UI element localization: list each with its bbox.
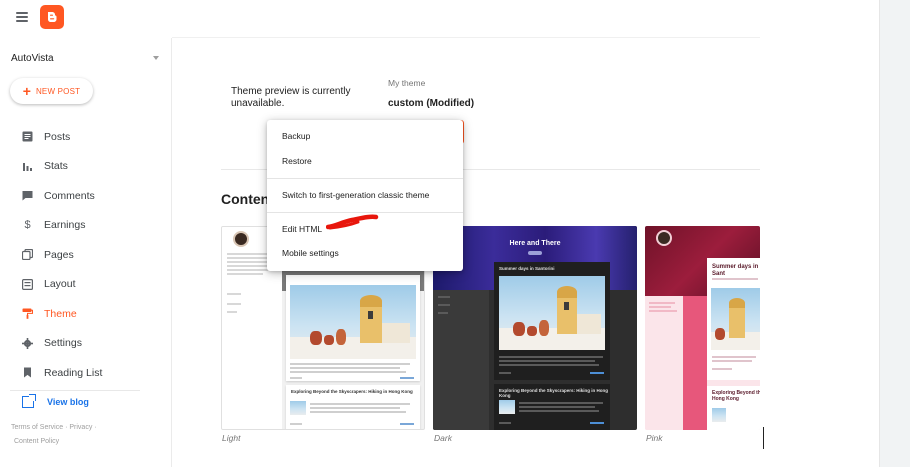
open-external-icon [22, 394, 36, 408]
sidebar-item-pages[interactable]: Pages [0, 240, 172, 270]
content-policy-link[interactable]: Content Policy [14, 438, 59, 445]
theme-thumb-title: Here and There [509, 240, 561, 247]
sidebar-divider [10, 390, 140, 391]
privacy-link[interactable]: Privacy [69, 424, 92, 431]
gear-icon [22, 337, 33, 349]
theme-card-pink[interactable]: Summer days in Sant Exploring Beyond the… [645, 226, 760, 430]
post-heading: Summer days in Sant [712, 264, 759, 277]
pages-icon [22, 249, 33, 261]
post-heading: Summer days in Santorini [499, 266, 555, 271]
post-title: Exploring Beyond the Skyscrapers: Hiking… [499, 388, 609, 398]
blogger-logo-icon[interactable] [40, 5, 64, 29]
terms-link[interactable]: Terms of Service [11, 424, 63, 431]
theme-card-dark[interactable]: Here and There Summer days in Santorini [433, 226, 637, 430]
sidebar-item-label: Comments [44, 189, 95, 202]
bookmark-icon [22, 367, 33, 378]
section-title: Content [221, 191, 274, 207]
post-title: Exploring Beyond the Skyscrapers: Hiking… [291, 389, 413, 394]
layout-icon [22, 278, 33, 290]
my-theme-label: My theme [388, 78, 426, 88]
theme-thumb-post: Summer days in Santorini [494, 262, 610, 380]
new-post-button[interactable]: + NEW POST [10, 78, 93, 104]
sidebar-item-stats[interactable]: Stats [0, 152, 172, 182]
chevron-down-icon [153, 56, 159, 60]
sidebar-footer: Terms of Service · Privacy · Content Pol… [11, 421, 97, 449]
sidebar-item-label: Earnings [44, 219, 86, 232]
menu-divider [267, 178, 463, 179]
dollar-icon: $ [24, 219, 31, 232]
footer-separator: · [65, 424, 68, 431]
menu-item-switch-classic-theme[interactable]: Switch to first-generation classic theme [267, 185, 463, 205]
blog-selector[interactable]: AutoVista [11, 50, 159, 66]
santorini-photo [499, 276, 605, 350]
hamburger-menu-icon[interactable] [16, 11, 28, 23]
sidebar-item-label: Layout [44, 278, 76, 291]
header-divider [172, 37, 760, 38]
view-blog-label: View blog [47, 397, 89, 407]
theme-caption-pink: Pink [646, 433, 663, 443]
sidebar-item-label: Reading List [44, 366, 103, 379]
blogger-b-glyph [48, 12, 57, 22]
sidebar-item-label: Theme [44, 307, 77, 320]
comments-icon [22, 190, 33, 201]
theme-thumb-sidebar [433, 290, 489, 430]
my-theme-name: custom (Modified) [388, 98, 475, 109]
theme-thumb-post: Summer days in Sant [707, 258, 760, 380]
sidebar-item-label: Stats [44, 160, 68, 173]
sidebar-item-posts[interactable]: Posts [0, 122, 172, 152]
paint-roller-icon [22, 308, 33, 320]
stats-icon [22, 161, 33, 172]
theme-thumb-post: Exploring Beyond the Skyscrapers: Hiking… [494, 384, 610, 430]
text-cursor [763, 427, 764, 449]
sidebar-item-settings[interactable]: Settings [0, 329, 172, 359]
right-gutter-panel [879, 0, 910, 467]
plus-icon: + [22, 83, 31, 99]
sidebar-item-label: Pages [44, 248, 74, 261]
sidebar-item-layout[interactable]: Layout [0, 270, 172, 300]
new-post-label: NEW POST [35, 86, 81, 96]
post-title: Exploring Beyond the Hong Kong [712, 390, 760, 402]
theme-thumb-post: Exploring Beyond the Hong Kong [707, 386, 760, 430]
blogger-theme-page: AutoVista + NEW POST Posts Stats Comment… [0, 0, 910, 467]
preview-unavailable-message: Theme preview is currently unavailable. [231, 86, 351, 109]
sidebar: AutoVista + NEW POST Posts Stats Comment… [0, 38, 172, 467]
theme-caption-dark: Dark [434, 433, 452, 443]
theme-options-menu: Backup Restore Switch to first-generatio… [267, 120, 463, 271]
theme-caption-light: Light [222, 433, 241, 443]
theme-thumb-sidebar [645, 296, 683, 430]
blog-name: AutoVista [11, 52, 54, 64]
sidebar-item-label: Posts [44, 130, 71, 143]
theme-thumb-accent-strip [683, 296, 707, 430]
santorini-photo [290, 285, 416, 359]
sidebar-item-label: Settings [44, 337, 82, 350]
view-blog-link[interactable]: View blog [22, 394, 89, 408]
avatar [233, 231, 249, 247]
menu-item-mobile-settings[interactable]: Mobile settings [267, 243, 463, 263]
theme-thumb-post: Exploring Beyond the Skyscrapers: Hiking… [286, 385, 420, 429]
sidebar-nav: Posts Stats Comments $ Earnings Pages La… [0, 122, 172, 388]
menu-item-backup[interactable]: Backup [267, 126, 463, 146]
sidebar-item-earnings[interactable]: $ Earnings [0, 211, 172, 241]
footer-separator: · [94, 424, 97, 431]
red-scribble-annotation [326, 214, 379, 230]
theme-thumb-post [286, 275, 420, 381]
menu-item-restore[interactable]: Restore [267, 151, 463, 171]
posts-icon [22, 131, 33, 142]
sidebar-item-reading-list[interactable]: Reading List [0, 358, 172, 388]
avatar [656, 230, 672, 246]
santorini-photo [711, 288, 760, 350]
sidebar-item-theme[interactable]: Theme [0, 299, 172, 329]
sidebar-item-comments[interactable]: Comments [0, 181, 172, 211]
